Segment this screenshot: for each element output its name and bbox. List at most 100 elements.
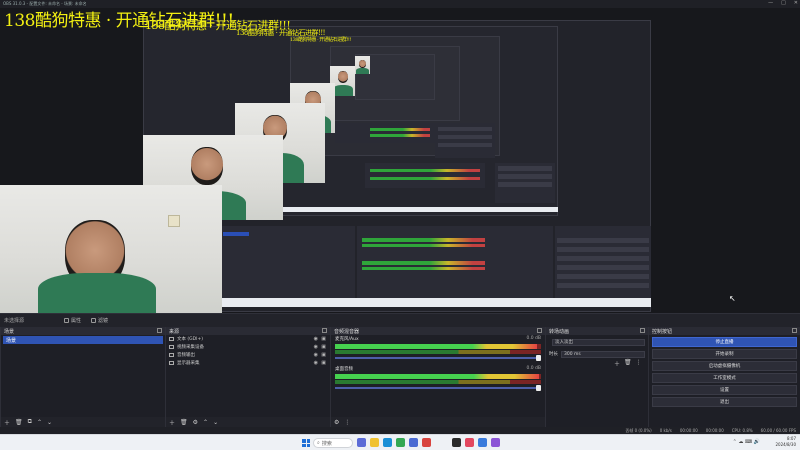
nested-meter — [370, 128, 430, 131]
taskbar-app-obs[interactable] — [452, 438, 461, 447]
slider-knob[interactable] — [536, 355, 541, 361]
taskbar-search[interactable]: ⌕ 搜索 — [313, 438, 353, 448]
taskbar-app-blue[interactable] — [478, 438, 487, 447]
status-bar: 丢帧 0 (0.0%) 0 kb/s 00:00:00 00:00:00 CPU… — [0, 427, 800, 434]
maximize-button[interactable]: □ — [781, 0, 786, 6]
taskbar-app-task-view[interactable] — [357, 438, 366, 447]
move-down-button[interactable]: ⌄ — [47, 419, 52, 426]
visibility-eye-icon[interactable]: ◉ — [314, 344, 318, 350]
visibility-eye-icon[interactable]: ◉ — [314, 360, 318, 366]
duration-input[interactable]: 300 ms — [561, 350, 645, 358]
virtual-camera-button[interactable]: 启动虚拟摄像机 ⚙ — [652, 361, 800, 371]
mixer-menu-icon[interactable]: ⋮ — [344, 419, 350, 426]
text-source-icon — [169, 337, 174, 341]
volume-slider[interactable] — [335, 355, 541, 361]
move-up-button[interactable]: ⌃ — [203, 419, 208, 426]
add-scene-button[interactable]: ＋ — [4, 418, 10, 427]
properties-label: 属性 — [71, 318, 82, 324]
taskbar-app-chrome[interactable] — [396, 438, 405, 447]
studio-mode-button[interactable]: 工作室模式 — [652, 373, 797, 383]
exit-label: 退出 — [720, 400, 729, 405]
visibility-eye-icon[interactable]: ◉ — [314, 352, 318, 358]
source-item[interactable]: 显示器采集 ◉ ▣ — [166, 359, 330, 367]
overlay-title-text: 138酷狗特惠 · 开通钻石进群!!! — [290, 37, 351, 43]
dropped-frames: 丢帧 0 (0.0%) — [625, 427, 652, 433]
channel-name: 桌面音频 — [335, 367, 353, 372]
source-toolbar: 未选择源 属性 滤镜 — [0, 313, 800, 327]
close-button[interactable]: ✕ — [794, 0, 798, 6]
mixer-channel: 桌面音频 0.0 dB — [331, 365, 545, 395]
transition-menu-button[interactable]: ⋮ — [636, 359, 642, 368]
windows-start-icon[interactable] — [302, 439, 310, 447]
volume-meter — [335, 374, 541, 379]
undock-icon[interactable] — [537, 328, 542, 333]
nested-button — [498, 174, 552, 179]
nested-mixer — [365, 163, 485, 188]
nested-button — [557, 274, 649, 279]
slider-knob[interactable] — [536, 385, 541, 391]
system-tray-icons[interactable]: ⌃ ☁ ⌨ 🔊 — [733, 439, 760, 445]
volume-slider[interactable] — [335, 385, 541, 391]
add-transition-button[interactable]: ＋ — [614, 359, 620, 368]
nested-meter — [370, 134, 430, 137]
source-item[interactable]: 音频输出 ◉ ▣ — [166, 351, 330, 359]
undock-icon[interactable] — [322, 328, 327, 333]
properties-button[interactable]: 属性 — [64, 317, 81, 324]
mixer-channel: 麦克风/Aux 0.0 dB — [331, 335, 545, 365]
sources-dock-footer: ＋ 🗑 ⚙ ⌃ ⌄ — [166, 417, 330, 427]
move-up-button[interactable]: ⌃ — [37, 419, 42, 426]
source-properties-button[interactable]: ⚙ — [193, 419, 198, 426]
stop-streaming-label: 停止直播 — [715, 340, 734, 345]
taskbar-app-purple[interactable] — [491, 438, 500, 447]
nested-button — [438, 127, 492, 131]
volume-meter-right — [335, 350, 541, 354]
source-item-label: 视频采集设备 — [177, 345, 204, 350]
source-item[interactable]: 视频采集设备 ◉ ▣ — [166, 343, 330, 351]
search-placeholder: 搜索 — [321, 440, 332, 447]
lock-icon[interactable]: ▣ — [321, 360, 326, 366]
lock-icon[interactable]: ▣ — [321, 344, 326, 350]
source-item[interactable]: 文本 (GDI+) ◉ ▣ — [166, 335, 330, 343]
source-item-label: 音频输出 — [177, 353, 195, 358]
stop-streaming-button[interactable]: 停止直播 — [652, 337, 797, 347]
remove-scene-button[interactable]: 🗑 — [15, 419, 23, 426]
add-source-button[interactable]: ＋ — [169, 418, 175, 427]
selected-source-label: 未选择源 — [4, 318, 25, 324]
scene-item[interactable]: 场景 — [3, 336, 163, 344]
move-down-button[interactable]: ⌄ — [213, 419, 218, 426]
undock-icon[interactable] — [792, 328, 797, 333]
remove-source-button[interactable]: 🗑 — [180, 419, 188, 426]
nested-control-buttons — [555, 226, 651, 298]
scene-filters-button[interactable]: ⧉ — [28, 418, 32, 426]
taskbar-app-red[interactable] — [422, 438, 431, 447]
volume-meter-right — [335, 380, 541, 384]
lock-icon[interactable]: ▣ — [321, 336, 326, 342]
settings-button[interactable]: 设置 — [652, 385, 797, 395]
preview-canvas[interactable]: 138酷狗特惠 · 开通钻石进群!!! 138酷狗特惠 · 开通钻石进群!!! … — [0, 8, 800, 313]
channel-name: 麦克风/Aux — [335, 337, 359, 342]
start-recording-button[interactable]: 开始录制 — [652, 349, 797, 359]
taskbar-clock[interactable]: 8:07 2024/8/30 — [775, 436, 796, 448]
filter-icon — [91, 318, 97, 323]
nested-meter — [362, 238, 485, 242]
mixer-dock-header: 音频混音器 — [331, 327, 545, 335]
exit-button[interactable]: 退出 — [652, 397, 797, 407]
undock-icon[interactable] — [157, 328, 162, 333]
visibility-eye-icon[interactable]: ◉ — [314, 336, 318, 342]
taskbar-app-edge[interactable] — [383, 438, 392, 447]
filters-label: 滤镜 — [98, 318, 109, 324]
taskbar-app-store[interactable] — [409, 438, 418, 447]
filters-button[interactable]: 滤镜 — [91, 317, 108, 324]
undock-icon[interactable] — [640, 328, 645, 333]
nested-meter — [362, 261, 485, 265]
taskbar-app-file-explorer[interactable] — [370, 438, 379, 447]
mixer-settings-icon[interactable]: ⚙ — [334, 419, 339, 426]
transition-type-value: 淡入淡出 — [555, 340, 573, 345]
lock-icon[interactable]: ▣ — [321, 352, 326, 358]
transition-type-select[interactable]: 淡入淡出 — [552, 338, 645, 346]
remove-transition-button[interactable]: 🗑 — [624, 359, 632, 368]
minimize-button[interactable]: — — [768, 0, 773, 6]
taskbar-app-pink[interactable] — [465, 438, 474, 447]
channel-db: 0.0 dB — [526, 336, 541, 341]
window-controls: — □ ✕ — [768, 0, 798, 6]
